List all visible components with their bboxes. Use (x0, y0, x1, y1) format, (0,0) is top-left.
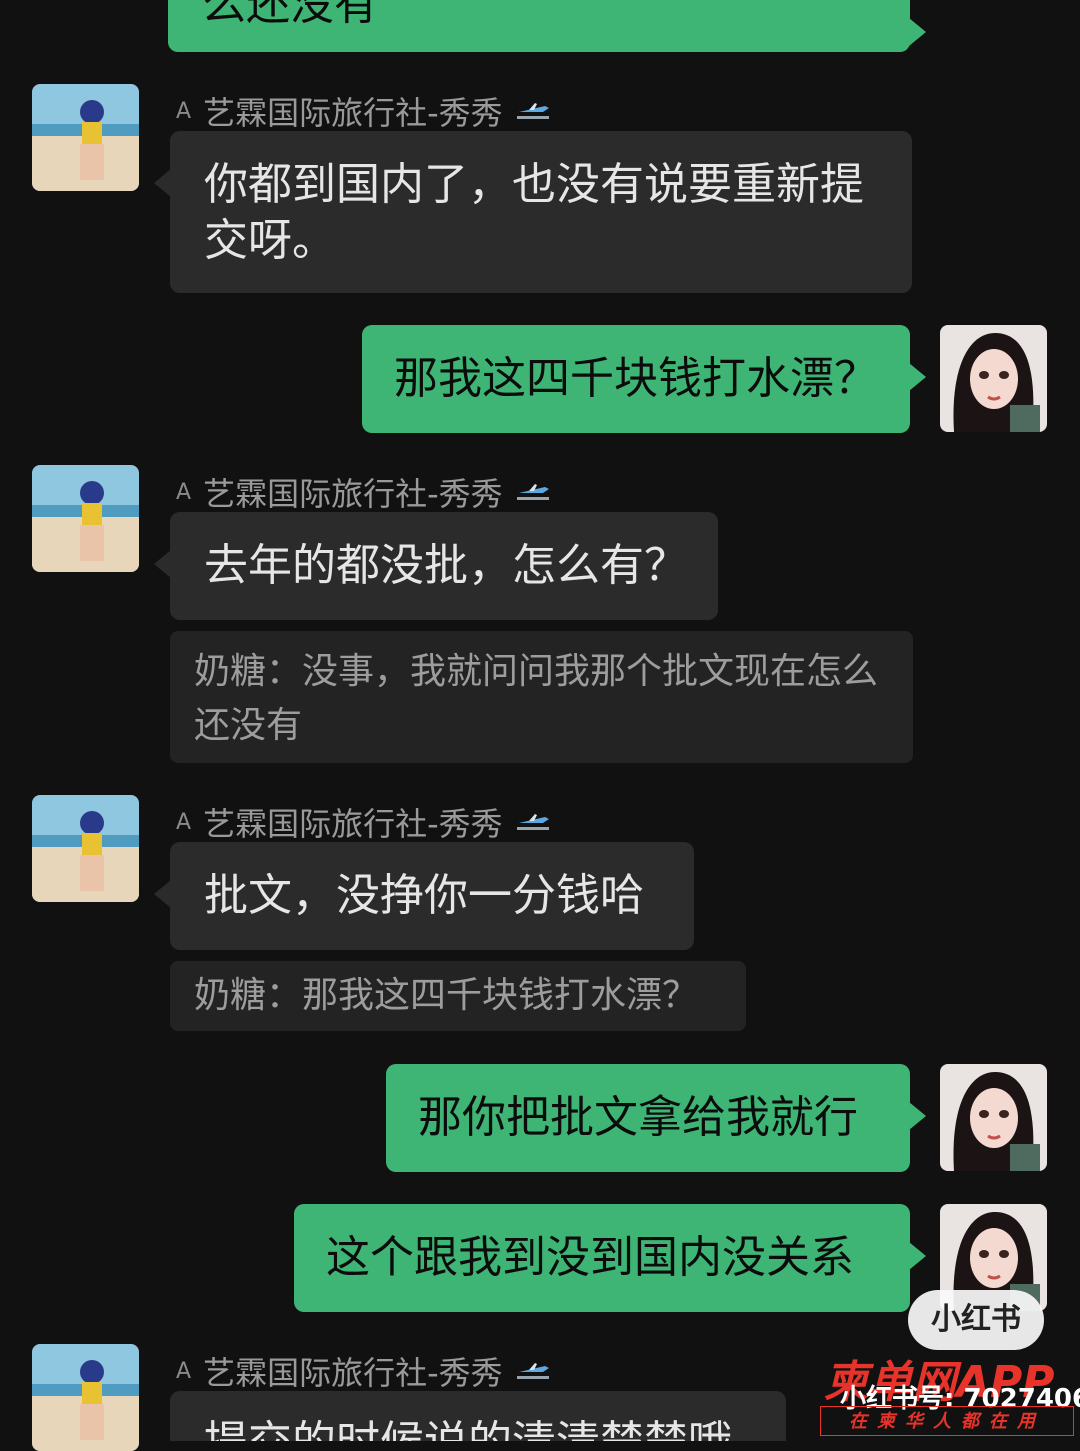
self-avatar[interactable] (940, 1064, 1047, 1171)
outgoing-message-bubble[interactable]: 那我这四千块钱打水漂？ (362, 325, 926, 433)
sender-prefix-mark: A (176, 809, 192, 835)
message-text: 那我这四千块钱打水漂？ (394, 353, 878, 404)
quote-text: 奶糖：没事，我就问问我那个批文现在怎么还没有 (194, 651, 879, 746)
airplane-icon (516, 814, 549, 830)
self-avatar[interactable] (940, 325, 1047, 432)
incoming-message-bubble[interactable]: 去年的都没批，怎么有？ (154, 512, 718, 620)
airplane-icon (516, 1363, 549, 1379)
message-text: 提交的时候说的清清楚楚哦 (204, 1417, 732, 1441)
incoming-message-bubble[interactable]: 你都到国内了，也没有说要重新提交呀。 (154, 131, 912, 293)
sender-name: A 艺霖国际旅行社-秀秀 (176, 88, 551, 134)
contact-avatar[interactable] (32, 84, 139, 191)
sender-prefix-mark: A (176, 98, 192, 124)
quote-text: 奶糖：那我这四千块钱打水漂？ (194, 975, 699, 1016)
outgoing-message-bubble[interactable]: 这个跟我到没到国内没关系 (294, 1204, 926, 1312)
brand-slogan: 在柬华人都在用 (820, 1406, 1074, 1436)
message-text: 那你把批文拿给我就行 (418, 1092, 858, 1143)
incoming-message-bubble[interactable]: 提交的时候说的清清楚楚哦 (170, 1391, 786, 1441)
message-text: 去年的都没批，怎么有？ (204, 540, 688, 591)
quoted-reply[interactable]: 奶糖：那我这四千块钱打水漂？ (170, 961, 746, 1031)
contact-avatar[interactable] (32, 1344, 139, 1451)
sender-prefix-mark: A (176, 1358, 192, 1384)
message-text: 这个跟我到没到国内没关系 (326, 1232, 854, 1283)
sender-name: A 艺霖国际旅行社-秀秀 (176, 799, 551, 845)
message-text: 批文，没挣你一分钱哈 (204, 870, 644, 921)
quoted-reply[interactable]: 奶糖：没事，我就问问我那个批文现在怎么还没有 (170, 631, 913, 763)
sender-name: A 艺霖国际旅行社-秀秀 (176, 469, 551, 515)
contact-avatar[interactable] (32, 795, 139, 902)
outgoing-message-bubble[interactable]: 么还没有 (168, 0, 926, 52)
contact-avatar[interactable] (32, 465, 139, 572)
airplane-icon (516, 484, 549, 500)
outgoing-message-bubble[interactable]: 那你把批文拿给我就行 (386, 1064, 926, 1172)
xiaohongshu-watermark: 小红书 (908, 1290, 1044, 1350)
message-text: 你都到国内了，也没有说要重新提交呀。 (204, 159, 864, 266)
incoming-message-bubble[interactable]: 批文，没挣你一分钱哈 (154, 842, 694, 950)
airplane-icon (516, 103, 549, 119)
sender-prefix-mark: A (176, 479, 192, 505)
sender-name: A 艺霖国际旅行社-秀秀 (176, 1348, 551, 1394)
message-text: 么还没有 (202, 0, 378, 30)
